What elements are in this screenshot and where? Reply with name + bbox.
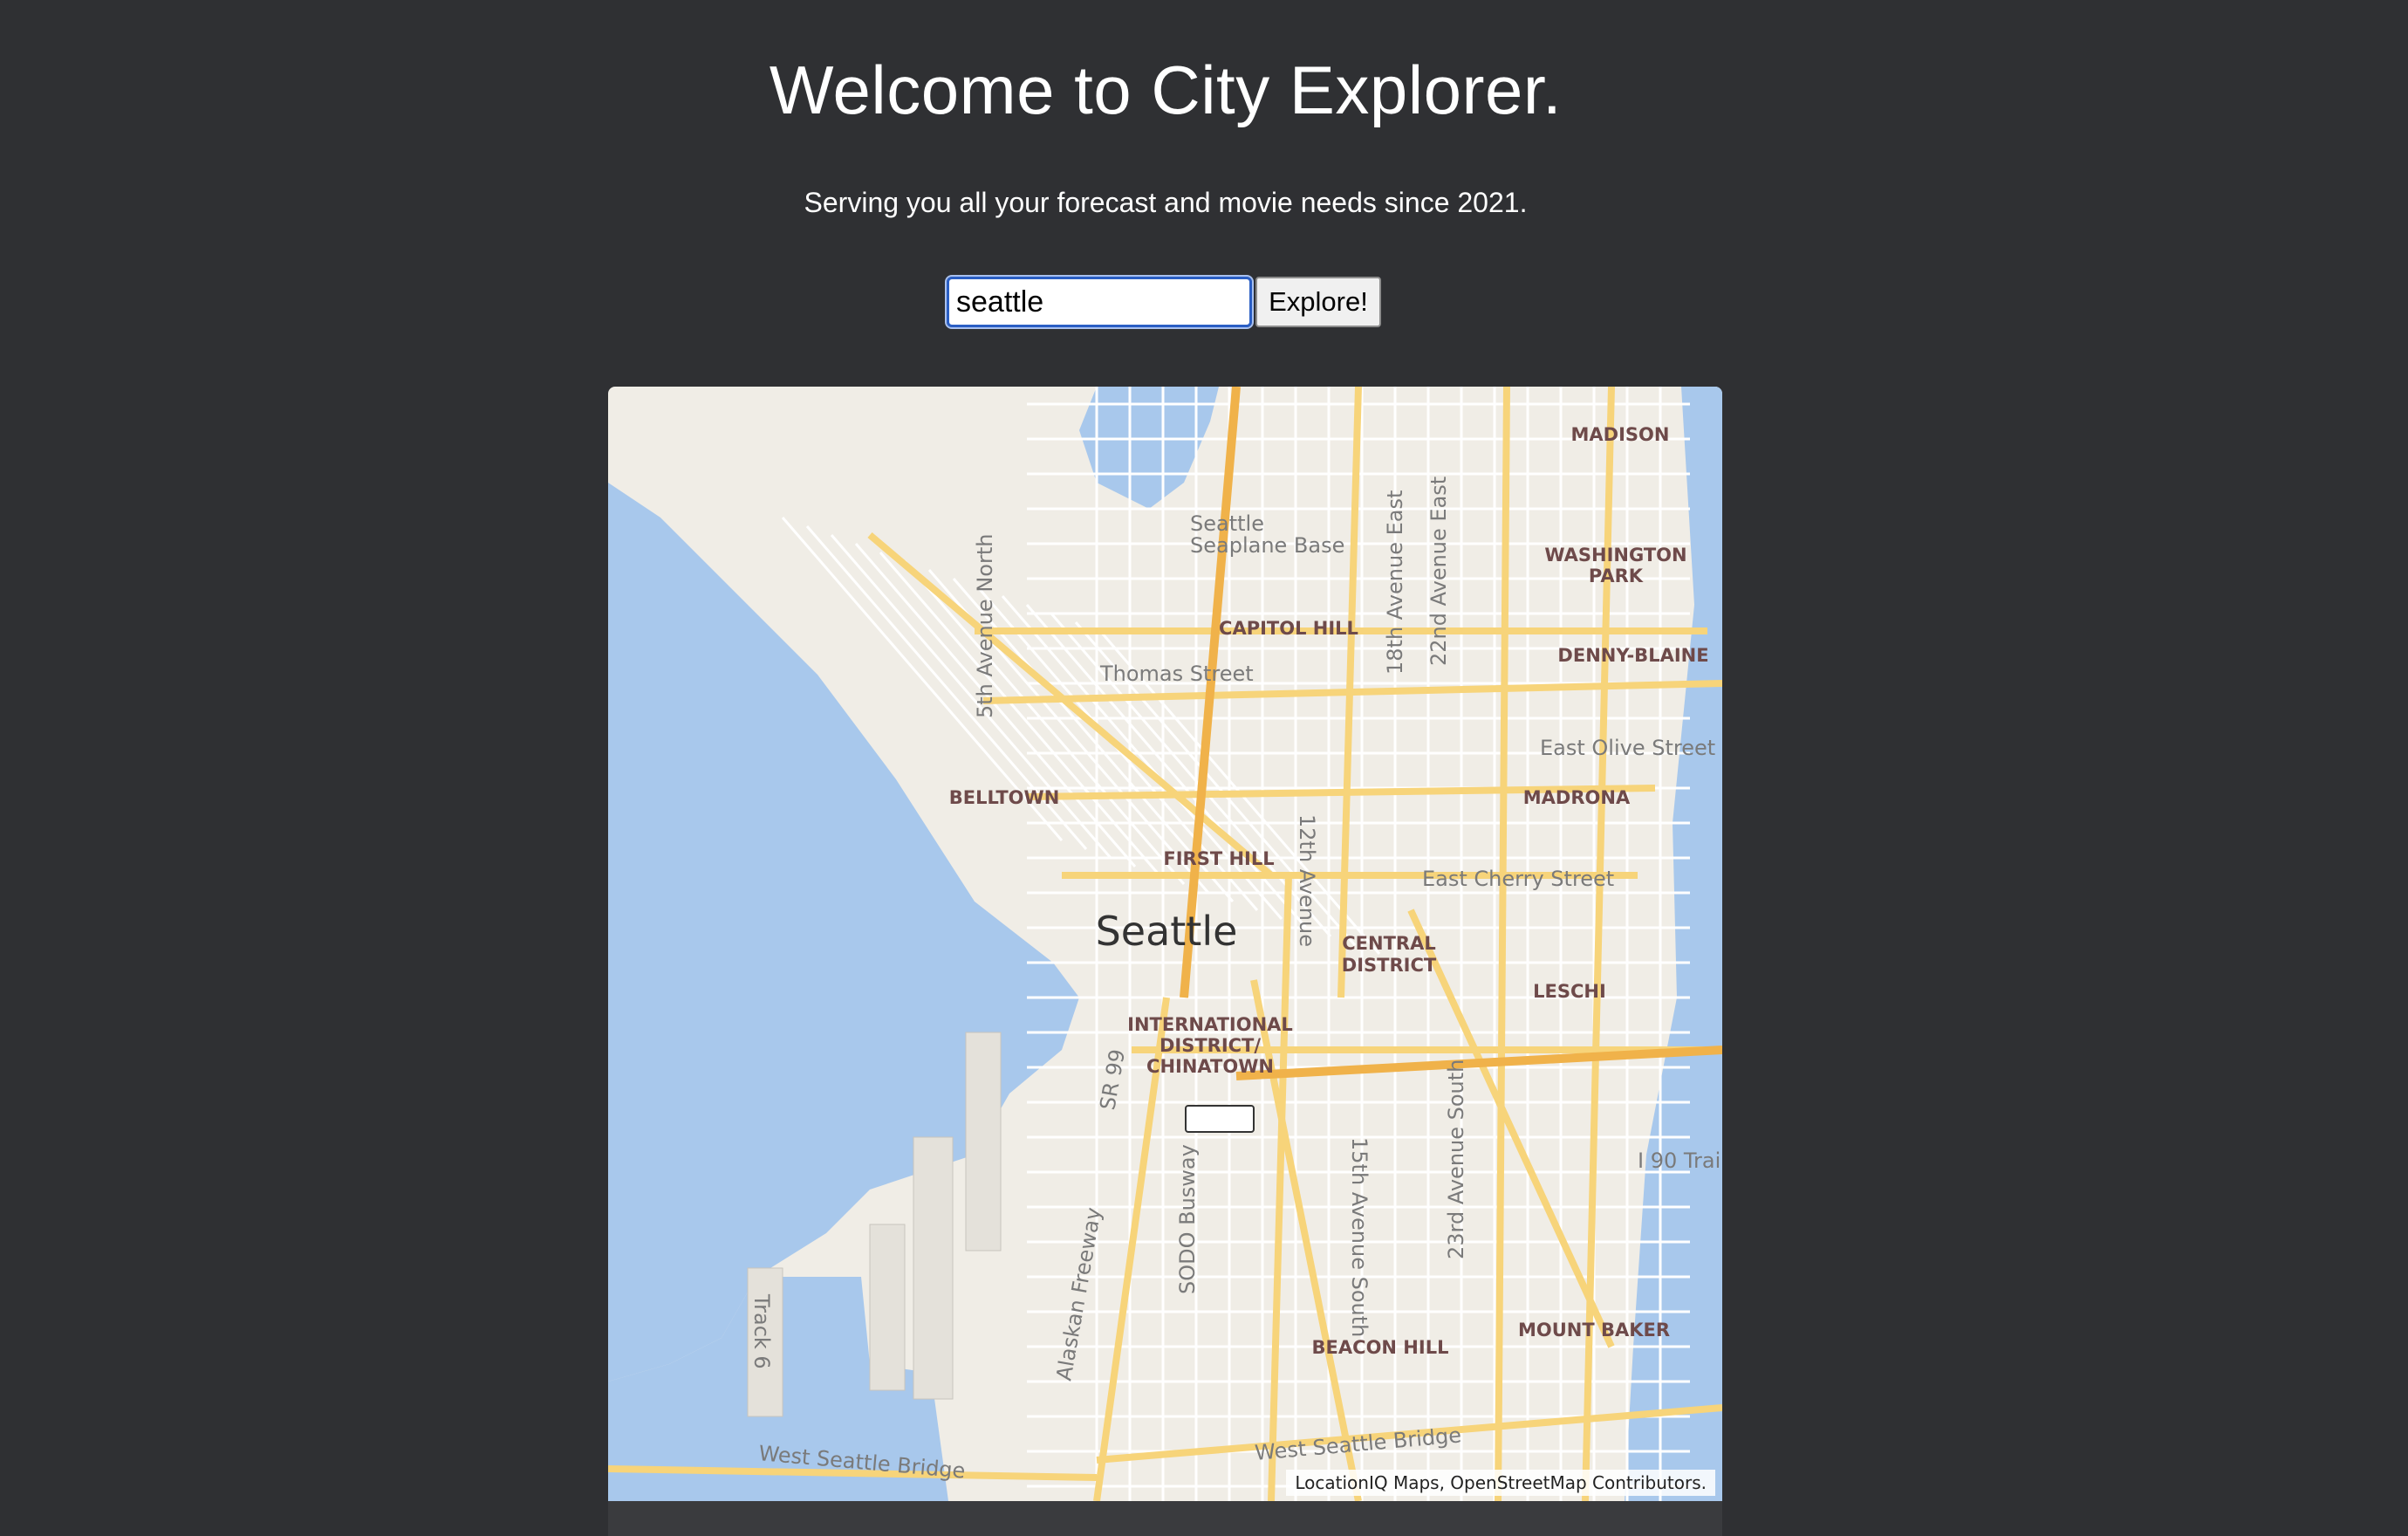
neighborhood-label: CHINATOWN [1146, 1056, 1274, 1077]
street-label: 18th Avenue East [1383, 490, 1407, 675]
street-label: 22nd Avenue East [1426, 477, 1451, 666]
street-label: East Cherry Street [1422, 867, 1614, 891]
street-label: SODO Busway [1175, 1144, 1200, 1294]
neighborhood-label: PARK [1589, 566, 1644, 586]
street-label: Seattle [1190, 511, 1264, 536]
street-label: I 90 Trail [1638, 1149, 1722, 1173]
street-label: Seaplane Base [1190, 533, 1344, 558]
street-label: 12th Avenue [1295, 814, 1319, 947]
i90-shield-icon [1185, 1105, 1255, 1133]
neighborhood-label: DISTRICT [1342, 955, 1437, 976]
neighborhood-label: LESCHI [1533, 981, 1606, 1002]
street-label: Thomas Street [1099, 662, 1254, 686]
neighborhood-label: MOUNT BAKER [1518, 1320, 1670, 1341]
city-search-input[interactable] [945, 275, 1254, 329]
pier-2 [913, 1136, 954, 1400]
explore-button[interactable]: Explore! [1255, 277, 1381, 327]
page-title: Welcome to City Explorer. [769, 51, 1563, 128]
city-map-image: MADISON WASHINGTONPARK CAPITOL HILL DENNY-B… [608, 387, 1722, 1501]
street-label: 15th Avenue South [1347, 1137, 1372, 1337]
street-label: East Olive Street [1540, 736, 1715, 760]
page-tagline: Serving you all your forecast and movie … [804, 187, 1528, 218]
street-label: Track 6 [749, 1293, 774, 1369]
neighborhood-label: BEACON HILL [1312, 1337, 1449, 1358]
neighborhood-label: DISTRICT/ [1160, 1035, 1261, 1056]
neighborhood-label: INTERNATIONAL [1127, 1014, 1293, 1035]
neighborhood-label: BELLTOWN [949, 787, 1060, 808]
neighborhood-label: CENTRAL [1342, 933, 1435, 954]
street-label: 5th Avenue North [973, 534, 997, 718]
city-search-form: Explore! [945, 275, 1381, 331]
neighborhood-label: WASHINGTON [1544, 545, 1686, 566]
map-attribution: LocationIQ Maps, OpenStreetMap Contribut… [1286, 1470, 1715, 1496]
pier-1 [869, 1224, 906, 1391]
neighborhood-label: DENNY-BLAINE [1557, 645, 1708, 666]
neighborhood-label: FIRST HILL [1163, 848, 1274, 869]
map-card: MADISON WASHINGTON PARK CAPITOL HILL DENNY-B… [608, 387, 1722, 1536]
neighborhood-label: MADISON [1571, 424, 1670, 445]
street-label: 23rd Avenue South [1444, 1059, 1468, 1259]
city-center-label: Seattle [1096, 908, 1238, 955]
pier-3 [965, 1032, 1002, 1251]
neighborhood-label: MADRONA [1523, 787, 1631, 808]
neighborhood-label: CAPITOL HILL [1219, 618, 1358, 639]
